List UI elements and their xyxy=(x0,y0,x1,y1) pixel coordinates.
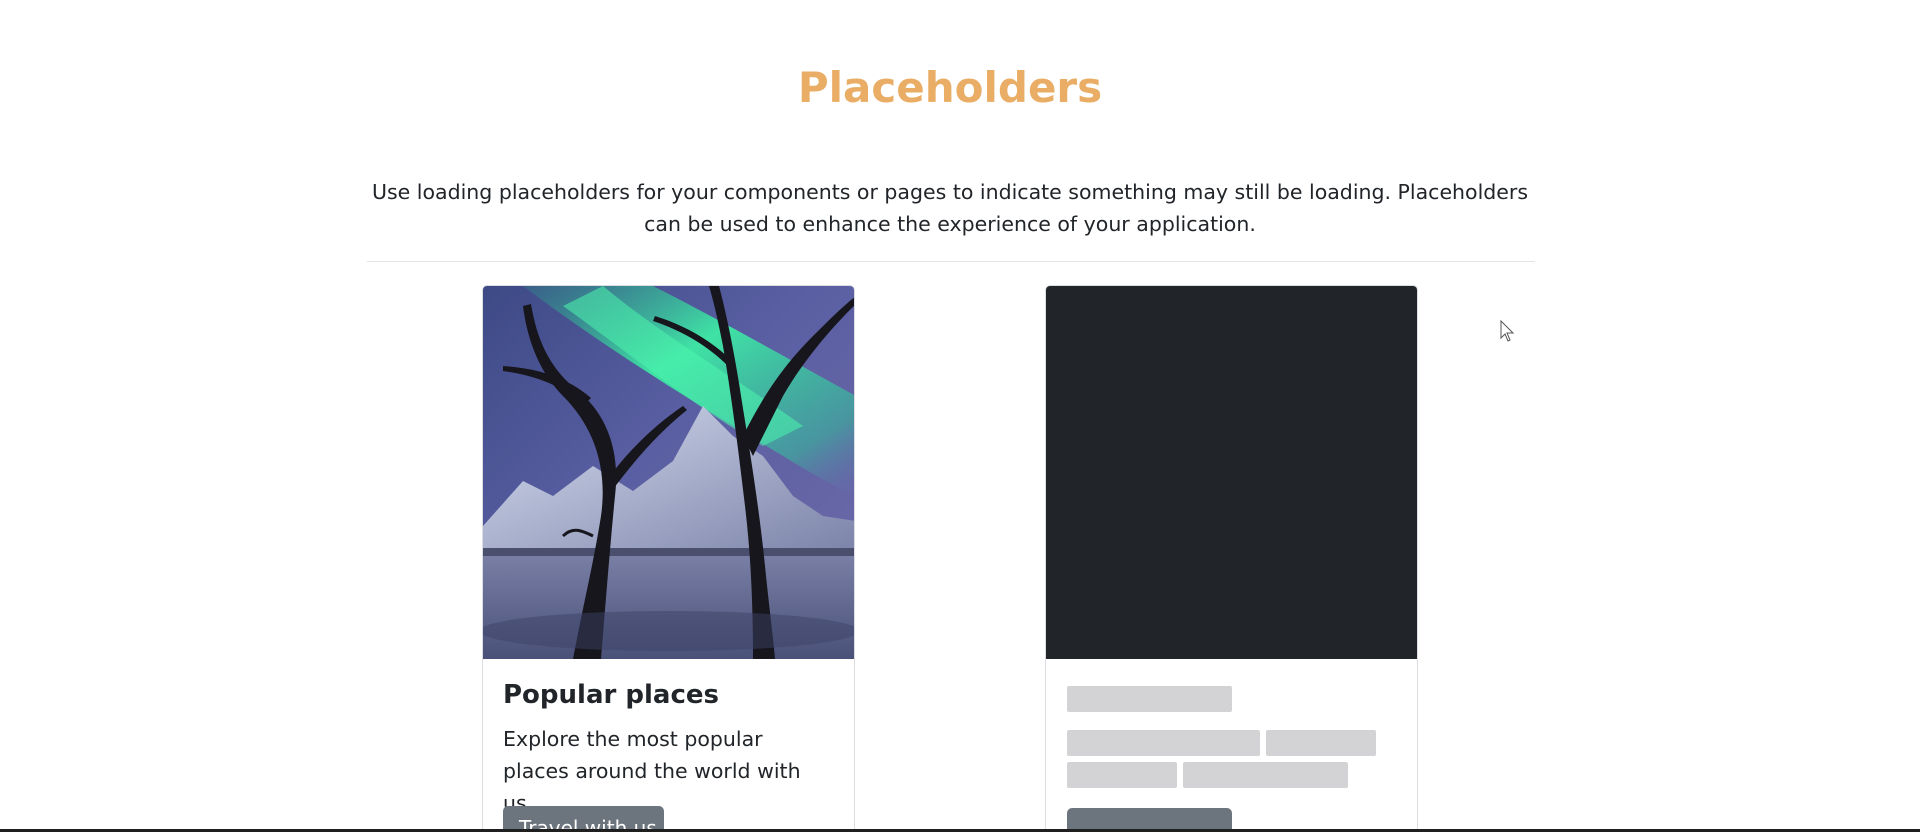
mouse-pointer-icon xyxy=(1500,320,1515,342)
aurora-photo xyxy=(483,286,854,659)
card-popular-places: Popular places Explore the most popular … xyxy=(482,285,855,832)
placeholder-image xyxy=(1046,286,1417,659)
lead-paragraph: Use loading placeholders for your compon… xyxy=(371,180,1529,236)
card-image xyxy=(483,286,854,659)
placeholder-text-bar xyxy=(1067,762,1177,788)
card-body: Popular places Explore the most popular … xyxy=(503,679,836,819)
placeholder-text-bar xyxy=(1266,730,1376,756)
placeholder-title-bar xyxy=(1067,686,1232,712)
card-text: Explore the most popular places around t… xyxy=(503,727,801,815)
card-title: Popular places xyxy=(503,680,719,710)
placeholder-text-bar xyxy=(1183,762,1348,788)
page: Placeholders Use loading placeholders fo… xyxy=(0,0,1920,832)
divider xyxy=(367,261,1535,262)
page-title: Placeholders xyxy=(797,63,1103,112)
placeholder-text-bar xyxy=(1067,730,1260,756)
